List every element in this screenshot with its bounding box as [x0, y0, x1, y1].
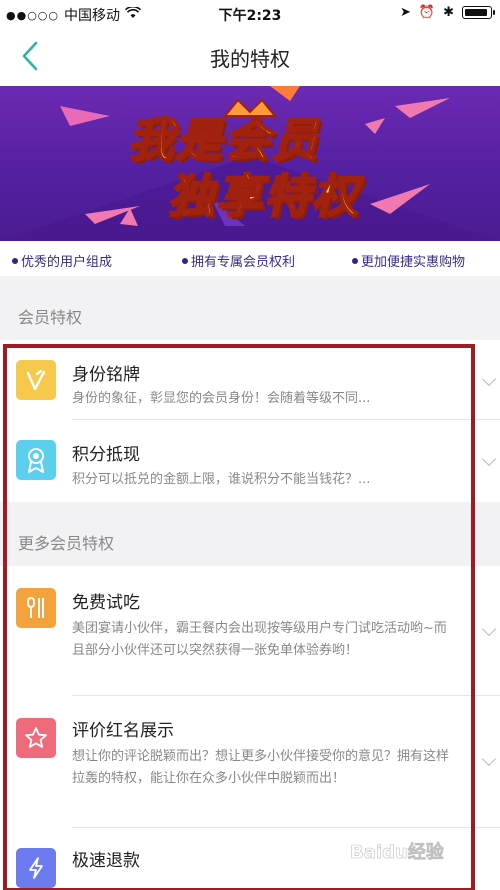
feature-label: 拥有专属会员权利 — [191, 255, 296, 270]
list-item-free-tasting[interactable]: 免费试吃 美团宴请小伙伴，霸王餐内会出现按等级用户专门试吃活动哟~而且部分小伙伴… — [0, 566, 500, 696]
medal-icon — [16, 440, 56, 480]
bullet-icon — [352, 257, 358, 264]
vip-banner[interactable]: 我是会员 独享特权 — [0, 86, 500, 241]
star-icon — [16, 718, 56, 758]
bullet-icon — [182, 257, 188, 264]
feature-item: 优秀的用户组成 — [12, 251, 112, 270]
section-header-member-privileges: 会员特权 — [0, 290, 500, 340]
feature-item: 更加便捷实惠购物 — [352, 251, 465, 270]
item-description: 积分可以抵兑的金额上限，谁说积分不能当钱花？... — [72, 472, 371, 487]
lightning-icon — [16, 848, 56, 888]
location-icon: ➤ — [400, 5, 411, 20]
item-description: 身份的象征，彰显您的会员身份！会随着等级不同... — [72, 391, 371, 406]
feature-label: 更加便捷实惠购物 — [361, 255, 466, 270]
section-header-more-privileges: 更多会员特权 — [0, 516, 500, 566]
item-title: 评价红名展示 — [72, 721, 174, 741]
item-title: 免费试吃 — [72, 593, 140, 613]
status-bar: ●●○○○ 中国移动 下午2:23 ➤ ⏰ ✱ — [0, 0, 500, 28]
watermark: Baidu经验 — [350, 842, 444, 864]
chevron-down-icon — [481, 751, 497, 767]
chevron-down-icon — [481, 371, 497, 387]
feature-label: 优秀的用户组成 — [21, 255, 113, 270]
item-title: 极速退款 — [72, 851, 140, 871]
utensils-icon — [16, 588, 56, 628]
battery-icon — [462, 6, 495, 19]
list-item-points-cash[interactable]: 积分抵现 积分可以抵兑的金额上限，谁说积分不能当钱花？... — [0, 420, 500, 502]
chevron-down-icon — [481, 451, 497, 467]
item-description: 美团宴请小伙伴，霸王餐内会出现按等级用户专门试吃活动哟~而且部分小伙伴还可以突然… — [72, 621, 447, 658]
bluetooth-icon: ✱ — [443, 5, 454, 20]
bullet-icon — [12, 257, 18, 264]
item-title: 身份铭牌 — [72, 365, 140, 385]
list-item-red-name-review[interactable]: 评价红名展示 想让你的评论脱颖而出？想让更多小伙伴接受你的意见？拥有这样拉轰的特… — [0, 696, 500, 828]
status-right: ➤ ⏰ ✱ — [400, 5, 495, 20]
badge-v-icon — [16, 360, 56, 400]
list-item-identity-badge[interactable]: 身份铭牌 身份的象征，彰显您的会员身份！会随着等级不同... — [0, 340, 500, 420]
item-title: 积分抵现 — [72, 445, 140, 465]
feature-highlights: 优秀的用户组成 拥有专属会员权利 更加便捷实惠购物 — [0, 241, 500, 276]
item-description: 想让你的评论脱颖而出？想让更多小伙伴接受你的意见？拥有这样拉轰的特权，能让你在众… — [72, 749, 450, 786]
nav-bar: 我的特权 — [0, 28, 500, 86]
banner-title-line2: 独享特权 — [167, 168, 360, 224]
chevron-down-icon — [481, 621, 497, 637]
feature-item: 拥有专属会员权利 — [182, 251, 295, 270]
page-title: 我的特权 — [210, 47, 290, 71]
alarm-icon: ⏰ — [418, 5, 436, 20]
